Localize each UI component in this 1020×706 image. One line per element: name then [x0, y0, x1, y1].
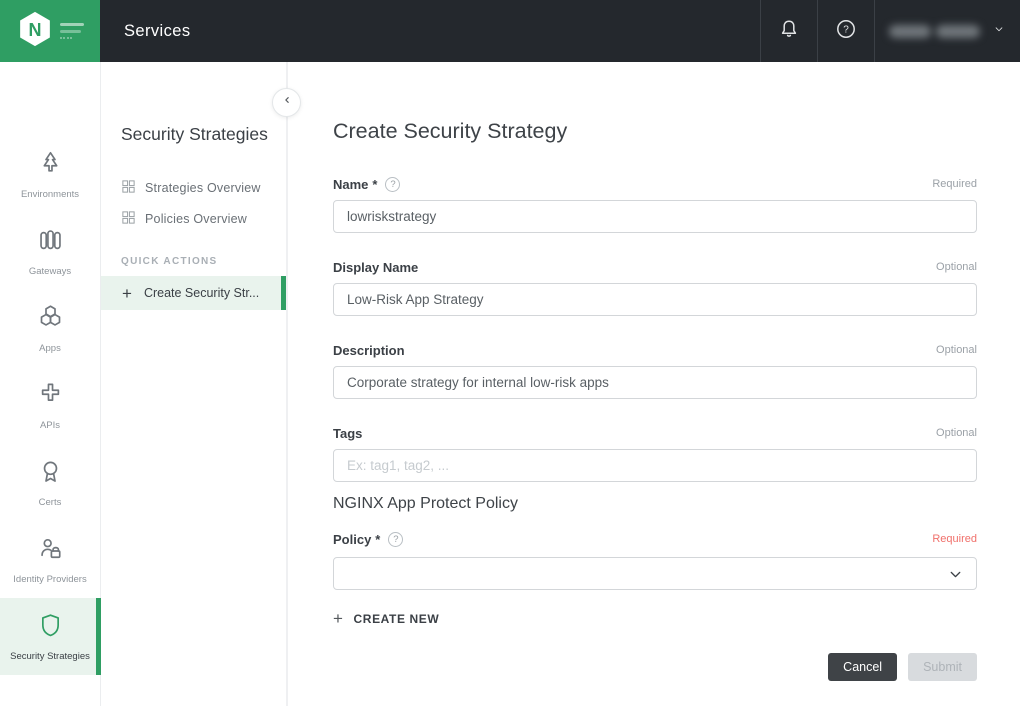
sidebar-item-gateways[interactable]: Gateways: [0, 213, 100, 290]
help-tooltip-icon[interactable]: ?: [385, 177, 400, 192]
sidebar-item-apps[interactable]: Apps: [0, 290, 100, 367]
nginx-hexagon-icon: N: [17, 9, 53, 54]
ribbon-icon: [37, 458, 64, 490]
chevron-down-icon: [992, 22, 1006, 41]
policy-select[interactable]: [333, 557, 977, 590]
submit-button[interactable]: Submit: [908, 653, 977, 681]
hexagons-icon: [37, 304, 64, 336]
nginx-logo[interactable]: N: [0, 0, 100, 62]
subnav-item-policies-overview[interactable]: Policies Overview: [121, 203, 286, 234]
main-content: Create Security Strategy Name * ? Requir…: [288, 62, 1020, 706]
shield-icon: [37, 612, 64, 644]
tags-field-group: Tags Optional: [333, 425, 977, 482]
gates-icon: [37, 227, 64, 259]
quick-actions-label: QUICK ACTIONS: [121, 256, 286, 267]
required-asterisk: *: [375, 532, 380, 547]
cross-icon: [37, 381, 64, 413]
description-field-group: Description Optional: [333, 342, 977, 399]
tree-icon: [37, 150, 64, 182]
optional-badge: Optional: [936, 427, 977, 439]
person-lock-icon: [37, 535, 64, 567]
grid-icon: [121, 179, 136, 197]
form-actions: Cancel Submit: [333, 653, 977, 681]
name-field-group: Name * ? Required: [333, 176, 977, 233]
top-header: N Services ?: [0, 0, 1020, 62]
nginx-app-protect-policy-heading: NGINX App Protect Policy: [333, 495, 977, 513]
app-title: Services: [124, 22, 190, 41]
page-title: Create Security Strategy: [333, 118, 977, 144]
svg-text:N: N: [28, 20, 41, 40]
name-input[interactable]: [333, 200, 977, 233]
notifications-button[interactable]: [760, 0, 817, 62]
sidebar-item-certs[interactable]: Certs: [0, 444, 100, 521]
sidebar-item-identity-providers[interactable]: Identity Providers: [0, 521, 100, 598]
required-badge-red: Required: [932, 533, 977, 545]
subnav-items: Strategies Overview Policies Overview: [121, 172, 286, 234]
bell-icon: [777, 17, 801, 46]
grid-icon: [121, 210, 136, 228]
app-window: N Services ?: [0, 0, 1020, 706]
policy-field-group: Policy * ? Required: [333, 531, 977, 590]
cancel-button[interactable]: Cancel: [828, 653, 897, 681]
required-asterisk: *: [372, 177, 377, 192]
tags-label: Tags: [333, 426, 362, 441]
sidebar-item-apis[interactable]: APIs: [0, 367, 100, 444]
user-menu[interactable]: [874, 0, 1020, 62]
help-tooltip-icon[interactable]: ?: [388, 532, 403, 547]
required-badge: Required: [932, 178, 977, 190]
policy-label: Policy: [333, 532, 371, 547]
help-button[interactable]: ?: [817, 0, 874, 62]
description-input[interactable]: [333, 366, 977, 399]
optional-badge: Optional: [936, 344, 977, 356]
description-label: Description: [333, 343, 405, 358]
user-name-redacted: [889, 25, 980, 38]
display-name-field-group: Display Name Optional: [333, 259, 977, 316]
tags-input[interactable]: [333, 449, 977, 482]
quick-action-create-security-strategy[interactable]: + Create Security Str...: [101, 276, 286, 310]
subnav-title: Security Strategies: [121, 124, 286, 145]
display-name-input[interactable]: [333, 283, 977, 316]
menu-lines-icon: [60, 23, 84, 39]
collapse-sidebar-button[interactable]: [272, 88, 301, 117]
name-label: Name: [333, 177, 368, 192]
create-new-link[interactable]: + CREATE NEW: [333, 610, 439, 627]
chevron-left-icon: [280, 93, 294, 112]
sidebar-item-environments[interactable]: Environments: [0, 136, 100, 213]
optional-badge: Optional: [936, 261, 977, 273]
plus-icon: +: [122, 285, 132, 302]
sidebar-item-security-strategies[interactable]: Security Strategies: [0, 598, 100, 675]
header-actions: ?: [760, 0, 1020, 62]
display-name-label: Display Name: [333, 260, 418, 275]
plus-icon: +: [333, 610, 344, 627]
sub-sidebar: Security Strategies Strategies Overview: [101, 62, 288, 706]
subnav-item-strategies-overview[interactable]: Strategies Overview: [121, 172, 286, 203]
app-body: Environments Gateways: [0, 62, 1020, 706]
svg-text:?: ?: [843, 24, 849, 35]
question-circle-icon: ?: [834, 17, 858, 46]
main-sidebar: Environments Gateways: [0, 62, 101, 706]
